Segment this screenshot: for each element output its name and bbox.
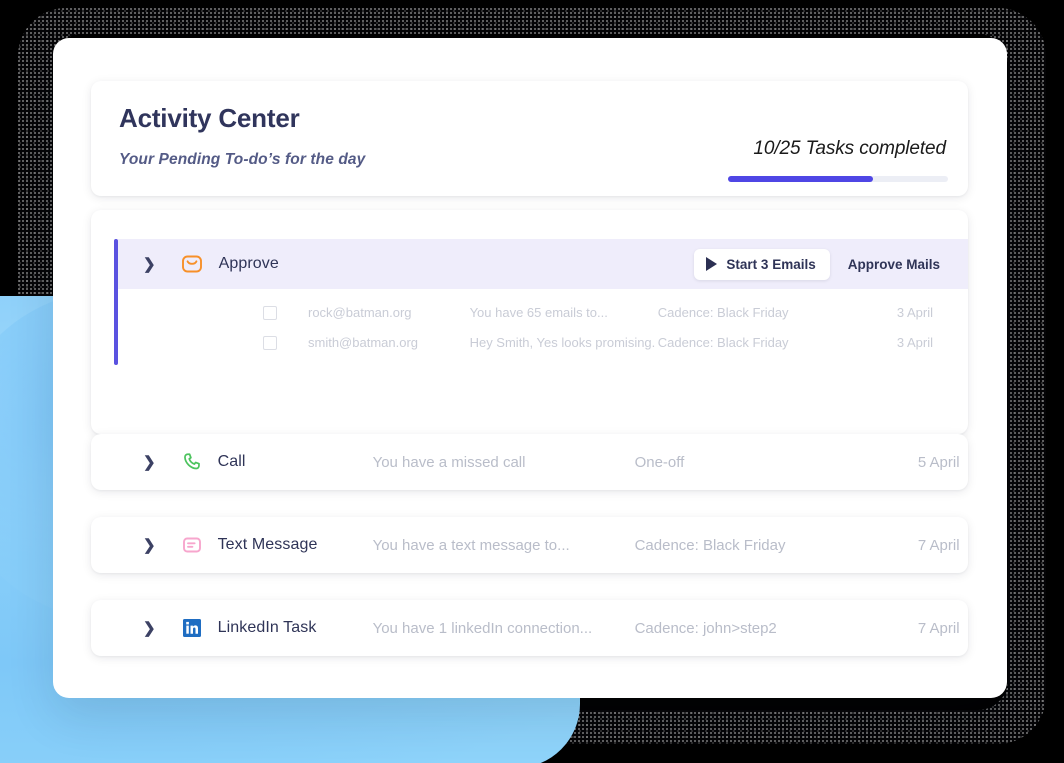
row-checkbox[interactable] (263, 335, 277, 350)
page-subtitle: Your Pending To-do’s for the day (119, 151, 366, 168)
row-preview: You have 65 emails to... (469, 305, 608, 320)
phone-icon (181, 451, 203, 473)
approve-group-card: ❯ Approve Start 3 Emails Approve Mails r… (91, 210, 968, 434)
tasks-progress-label: 10/25 Tasks completed (753, 138, 946, 159)
row-cadence: Cadence: Black Friday (657, 335, 789, 350)
task-date: 7 April (917, 536, 960, 554)
chevron-right-icon[interactable]: ❯ (143, 257, 156, 272)
screenshot-stage: Activity Center Your Pending To-do’s for… (0, 0, 1064, 763)
page-title: Activity Center (119, 103, 300, 133)
task-cadence: Cadence: john>step2 (634, 619, 777, 637)
row-email: smith@batman.org (308, 335, 419, 350)
table-row[interactable]: smith@batman.org Hey Smith, Yes looks pr… (118, 328, 968, 357)
start-emails-label: Start 3 Emails (726, 256, 816, 272)
task-cadence: One-off (634, 453, 685, 471)
envelope-icon (181, 253, 203, 275)
task-date: 5 April (917, 453, 960, 471)
approve-mails-button[interactable]: Approve Mails (830, 249, 944, 280)
row-date: 3 April (896, 305, 933, 320)
progress-fill (728, 176, 874, 182)
approve-group-actions: Start 3 Emails Approve Mails (694, 248, 944, 280)
task-card-linkedin[interactable]: ❯ LinkedIn Task You have 1 linkedIn conn… (91, 600, 968, 656)
chevron-right-icon[interactable]: ❯ (143, 621, 156, 636)
message-icon (181, 534, 203, 556)
task-title: LinkedIn Task (217, 619, 317, 636)
task-card-text-message[interactable]: ❯ Text Message You have a text message t… (91, 517, 968, 573)
task-title: Call (217, 453, 246, 470)
play-icon (706, 257, 718, 271)
task-card-call[interactable]: ❯ Call You have a missed call One-off 5 … (91, 434, 968, 490)
approve-group-title: Approve (218, 255, 279, 272)
row-preview: Hey Smith, Yes looks promising. (469, 335, 656, 350)
row-email: rock@batman.org (308, 305, 412, 320)
header-card: Activity Center Your Pending To-do’s for… (91, 81, 968, 196)
task-description: You have a text message to... (372, 536, 570, 554)
chevron-right-icon[interactable]: ❯ (143, 455, 156, 470)
row-date: 3 April (896, 335, 933, 350)
activity-center-panel: Activity Center Your Pending To-do’s for… (53, 38, 1007, 698)
progress-track (728, 176, 948, 182)
row-checkbox[interactable] (263, 305, 277, 320)
task-date: 7 April (917, 619, 960, 637)
task-description: You have a missed call (372, 453, 526, 471)
row-cadence: Cadence: Black Friday (657, 305, 789, 320)
table-row[interactable]: rock@batman.org You have 65 emails to...… (118, 298, 968, 327)
task-cadence: Cadence: Black Friday (634, 536, 786, 554)
task-description: You have 1 linkedIn connection... (372, 619, 593, 637)
start-emails-button[interactable]: Start 3 Emails (694, 248, 830, 280)
task-title: Text Message (217, 536, 318, 553)
approve-group-header[interactable]: ❯ Approve Start 3 Emails Approve Mails (118, 239, 968, 289)
chevron-right-icon[interactable]: ❯ (143, 538, 156, 553)
linkedin-icon (181, 617, 203, 639)
tasks-progress: 10/25 Tasks completed (668, 138, 948, 182)
